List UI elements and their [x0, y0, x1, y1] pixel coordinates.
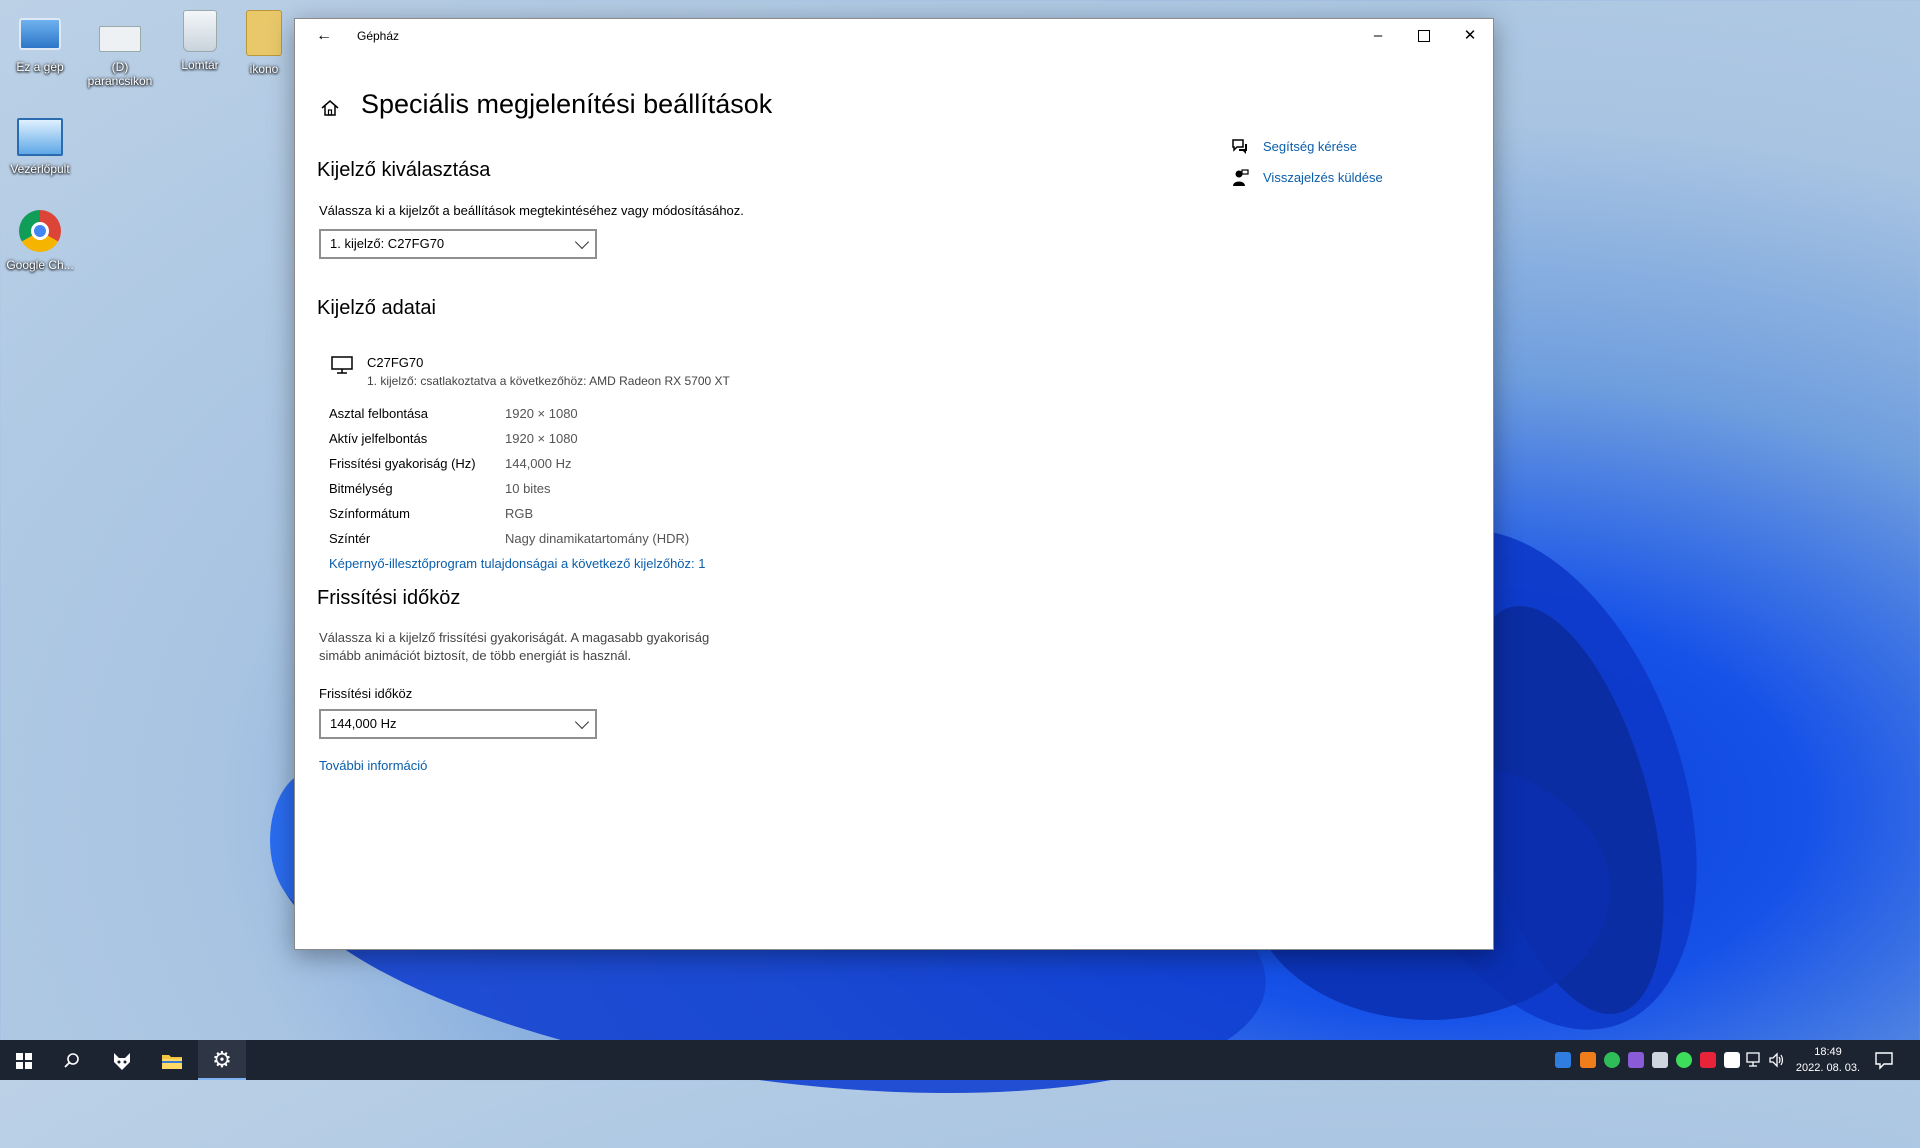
maximize-button[interactable]: [1401, 19, 1447, 53]
monitor-connection: 1. kijelző: csatlakoztatva a következőhö…: [367, 374, 730, 388]
maximize-icon: [1418, 30, 1430, 43]
tray-app-icon[interactable]: [1628, 1052, 1644, 1068]
taskbar-app-browser[interactable]: [98, 1040, 146, 1080]
minimize-button[interactable]: –: [1355, 19, 1401, 53]
refresh-rate-field-label: Frissítési időköz: [319, 686, 413, 701]
desktop-icon-label: (D) parancsikon: [87, 60, 153, 88]
recycle-bin-icon: [183, 10, 217, 52]
desktop-icon-d-shortcut[interactable]: (D) parancsikon: [80, 10, 160, 88]
start-button[interactable]: [0, 1040, 48, 1080]
back-button[interactable]: ←: [309, 25, 339, 47]
desktop-icon-recycle-bin[interactable]: Lomtár: [160, 10, 240, 72]
desktop-icon-label: ikono: [249, 62, 279, 76]
refresh-rate-description-line1: Válassza ki a kijelző frissítési gyakori…: [319, 630, 710, 645]
folder-icon: [246, 10, 282, 56]
taskbar-app-file-explorer[interactable]: [148, 1040, 196, 1080]
search-button[interactable]: [48, 1040, 96, 1080]
info-row-value: 10 bites: [505, 481, 551, 496]
info-row-label: Asztal felbontása: [329, 406, 429, 421]
taskbar-app-settings[interactable]: ⚙: [198, 1040, 246, 1080]
refresh-rate-heading: Frissítési időköz: [317, 587, 461, 609]
amd-icon[interactable]: [1700, 1052, 1716, 1068]
select-display-description: Válassza ki a kijelzőt a beállítások meg…: [319, 203, 744, 218]
desktop-icon-label: Ez a gép: [16, 60, 64, 74]
volume-icon[interactable]: [1768, 1052, 1786, 1068]
display-select[interactable]: 1. kijelző: C27FG70: [319, 229, 597, 259]
window-title: Gépház: [357, 29, 400, 43]
info-row-value: Nagy dinamikatartomány (HDR): [505, 531, 690, 546]
monitor-icon: [331, 356, 353, 374]
clock-time: 18:49: [1814, 1046, 1842, 1058]
info-row-value: 1920 × 1080: [505, 406, 578, 421]
settings-content: Speciális megjelenítési beállítások Kije…: [295, 53, 1493, 949]
tray-app-icon[interactable]: [1652, 1052, 1668, 1068]
get-help-link[interactable]: Segítség kérése: [1263, 139, 1357, 154]
drive-shortcut-icon: [99, 26, 141, 52]
display-adapter-properties-link[interactable]: Képernyő-illesztőprogram tulajdonságai a…: [329, 556, 706, 571]
gear-icon: ⚙: [212, 1047, 232, 1072]
help-chat-icon: [1232, 139, 1247, 154]
info-row-label: Színtér: [329, 531, 371, 546]
refresh-rate-select-value: 144,000 Hz: [330, 716, 397, 731]
fox-browser-icon: [114, 1053, 130, 1071]
desktop-icon-this-pc[interactable]: Ez a gép: [0, 10, 80, 74]
search-icon: [64, 1053, 79, 1068]
settings-window: ← Gépház – ✕ Speciális megjelenítési beá…: [294, 18, 1494, 950]
control-panel-icon: [17, 118, 63, 156]
close-icon: ✕: [1463, 27, 1477, 44]
info-row-label: Bitmélység: [329, 481, 393, 496]
info-row-value: 144,000 Hz: [505, 456, 572, 471]
refresh-rate-description-line2: simább animációt biztosít, de több energ…: [319, 648, 632, 663]
title-bar: ← Gépház – ✕: [295, 19, 1493, 53]
display-select-value: 1. kijelző: C27FG70: [330, 236, 445, 251]
send-feedback-link[interactable]: Visszajelzés küldése: [1263, 170, 1383, 185]
select-display-heading: Kijelző kiválasztása: [317, 159, 491, 181]
info-row-label: Frissítési gyakoriság (Hz): [329, 456, 476, 471]
minimize-icon: –: [1373, 27, 1383, 44]
desktop-icon-label: Google Ch...: [6, 258, 74, 272]
monitor-name: C27FG70: [367, 355, 424, 370]
chevron-down-icon: [574, 714, 590, 730]
home-icon[interactable]: [319, 97, 341, 119]
desktop-icon-ikono[interactable]: ikono: [236, 10, 292, 76]
info-row-value: RGB: [505, 506, 534, 521]
clock-date: 2022. 08. 03.: [1795, 1062, 1861, 1074]
windows-logo-icon: [16, 1053, 32, 1070]
tray-app-icon[interactable]: [1580, 1052, 1596, 1068]
more-info-link[interactable]: További információ: [319, 758, 427, 773]
desktop-icon-label: Vezérlőpult: [10, 162, 70, 176]
notification-center-icon[interactable]: [1874, 1050, 1894, 1070]
taskbar: ⚙ 18:49 2022. 08. 03.: [0, 1040, 1920, 1080]
info-row-label: Aktív jelfelbontás: [329, 431, 428, 446]
close-button[interactable]: ✕: [1447, 19, 1493, 53]
desktop-icon-label: Lomtár: [181, 58, 219, 72]
network-icon[interactable]: [1746, 1052, 1764, 1068]
desktop-icon-control-panel[interactable]: Vezérlőpult: [0, 112, 80, 176]
info-row-label: Színformátum: [329, 506, 410, 521]
chevron-down-icon: [574, 234, 590, 250]
computer-icon: [19, 18, 61, 50]
feedback-person-icon: [1233, 169, 1249, 186]
chrome-icon: [19, 210, 61, 252]
info-row-value: 1920 × 1080: [505, 431, 578, 446]
arrow-left-icon: ←: [316, 27, 332, 44]
refresh-rate-select[interactable]: 144,000 Hz: [319, 709, 597, 739]
taskbar-clock[interactable]: 18:49 2022. 08. 03.: [1788, 1044, 1868, 1076]
display-info-heading: Kijelző adatai: [317, 297, 436, 319]
tray-app-icon[interactable]: [1724, 1052, 1740, 1068]
page-title: Speciális megjelenítési beállítások: [361, 89, 773, 119]
tray-app-icon[interactable]: [1604, 1052, 1620, 1068]
tray-app-icon[interactable]: [1555, 1052, 1571, 1068]
tray-app-icon[interactable]: [1676, 1052, 1692, 1068]
desktop-icon-google-chrome[interactable]: Google Ch...: [0, 210, 80, 272]
folder-icon: [162, 1055, 182, 1070]
